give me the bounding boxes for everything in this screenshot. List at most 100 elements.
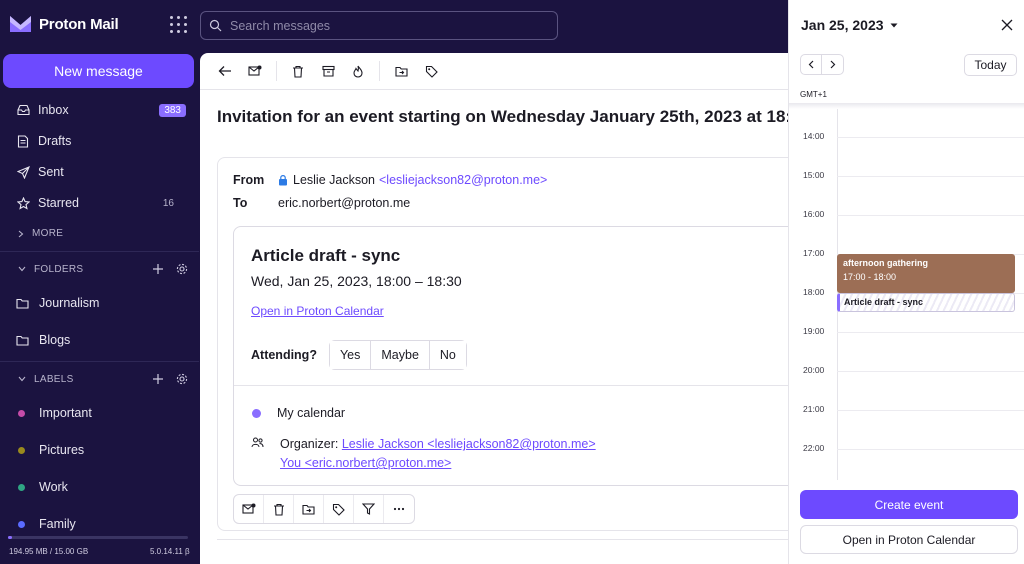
chevron-down-icon — [18, 376, 26, 382]
rsvp-yes-button[interactable]: Yes — [329, 341, 372, 369]
add-label-icon[interactable] — [152, 373, 164, 385]
rsvp-no-button[interactable]: No — [429, 341, 466, 369]
divider — [234, 385, 790, 386]
lock-icon — [279, 175, 287, 186]
to-row: To eric.norbert@proton.me — [233, 196, 410, 210]
label-button[interactable] — [324, 495, 354, 523]
rsvp-group: Yes Maybe No — [328, 340, 467, 370]
from-row: From Leslie Jackson <lesliejackson82@pro… — [233, 173, 547, 187]
apps-grid-icon[interactable] — [170, 16, 188, 34]
sidebar-item-sent[interactable]: Sent — [16, 161, 186, 183]
create-event-button[interactable]: Create event — [800, 490, 1018, 519]
delete-button[interactable] — [264, 495, 294, 523]
move-button[interactable] — [294, 495, 324, 523]
divider — [0, 251, 199, 252]
calendar-event[interactable]: afternoon gathering 17:00 - 18:00 — [837, 254, 1015, 293]
people-icon — [251, 437, 264, 448]
new-message-button[interactable]: New message — [3, 54, 194, 88]
rsvp-maybe-button[interactable]: Maybe — [371, 341, 430, 369]
today-button[interactable]: Today — [964, 54, 1017, 76]
folder-icon — [16, 298, 29, 309]
move-to-folder-button[interactable] — [386, 57, 416, 85]
previous-day-button[interactable] — [801, 55, 822, 74]
archive-icon — [321, 65, 335, 77]
next-day-button[interactable] — [822, 55, 843, 74]
folder-item-journalism[interactable]: Journalism — [16, 296, 99, 310]
open-calendar-button[interactable]: Open in Proton Calendar — [800, 525, 1018, 554]
sidebar-item-label: Inbox — [38, 103, 69, 117]
tag-icon — [425, 65, 438, 78]
more-toggle[interactable]: MORE — [18, 228, 63, 239]
ellipsis-icon — [393, 507, 405, 511]
search-box[interactable] — [200, 11, 558, 40]
attending-row: Attending? Yes Maybe No — [251, 340, 467, 370]
sender-name[interactable]: Leslie Jackson — [293, 173, 375, 187]
filter-button[interactable] — [354, 495, 384, 523]
calendar-event-pending[interactable]: Article draft - sync — [837, 293, 1015, 312]
event-name: Article draft - sync — [844, 297, 924, 307]
date-picker-toggle[interactable]: Jan 25, 2023 — [801, 17, 898, 33]
back-button[interactable] — [210, 57, 240, 85]
folder-move-icon — [394, 66, 408, 77]
starred-count: 16 — [162, 197, 174, 209]
sidebar-item-starred[interactable]: Starred 16 — [16, 192, 186, 214]
labels-header[interactable]: LABELS — [18, 373, 188, 385]
folder-label: Blogs — [39, 333, 71, 347]
trash-icon — [273, 503, 284, 516]
filter-icon — [362, 503, 375, 515]
app-brand: Proton Mail — [39, 15, 119, 33]
organizer-line: Organizer: Leslie Jackson <lesliejackson… — [280, 435, 596, 454]
proton-mail-logo-icon — [10, 16, 31, 32]
folders-header[interactable]: FOLDERS — [18, 263, 188, 275]
folder-item-blogs[interactable]: Blogs — [16, 333, 70, 347]
hour-label: 17:00 — [803, 248, 825, 258]
archive-button[interactable] — [313, 57, 343, 85]
label-item-family[interactable]: Family — [18, 517, 76, 531]
chevron-right-icon — [18, 230, 24, 237]
label-name: Work — [39, 480, 68, 494]
sender-email[interactable]: <lesliejackson82@proton.me> — [379, 173, 547, 187]
more-options-button[interactable] — [384, 495, 414, 523]
to-label: To — [233, 196, 248, 210]
reply-button[interactable] — [234, 495, 264, 523]
message-toolbar — [200, 53, 790, 90]
trash-icon — [293, 65, 303, 78]
event-name: afternoon gathering — [843, 258, 928, 268]
attendee-link[interactable]: You <eric.norbert@proton.me> — [280, 454, 596, 473]
drafts-icon — [16, 134, 30, 148]
star-icon — [16, 196, 30, 210]
label-settings-gear-icon[interactable] — [176, 373, 188, 385]
close-icon[interactable] — [999, 17, 1015, 33]
sidebar-item-inbox[interactable]: Inbox 383 — [16, 99, 186, 121]
inbox-icon — [16, 103, 30, 117]
more-label: MORE — [32, 228, 64, 239]
mark-unread-button[interactable] — [240, 57, 270, 85]
hour-label: 19:00 — [803, 326, 825, 336]
label-item-work[interactable]: Work — [18, 480, 68, 494]
app-logo[interactable]: Proton Mail — [9, 14, 119, 34]
day-time-grid[interactable]: 14:00 15:00 16:00 17:00 18:00 19:00 20:0… — [789, 109, 1024, 480]
folder-icon — [16, 335, 29, 346]
recipient-email[interactable]: eric.norbert@proton.me — [278, 196, 410, 210]
hour-label: 14:00 — [803, 131, 825, 141]
label-color-dot — [18, 409, 25, 417]
add-folder-icon[interactable] — [152, 263, 164, 275]
search-input[interactable] — [230, 18, 530, 33]
folder-settings-gear-icon[interactable] — [176, 263, 188, 275]
timezone-label: GMT+1 — [800, 90, 827, 99]
label-item-pictures[interactable]: Pictures — [18, 443, 84, 457]
open-in-calendar-link[interactable]: Open in Proton Calendar — [251, 304, 384, 318]
day-navigation — [800, 54, 844, 75]
fire-icon — [353, 65, 363, 78]
chevron-left-icon — [808, 60, 814, 69]
sidebar-item-drafts[interactable]: Drafts — [16, 130, 186, 152]
spam-button[interactable] — [343, 57, 373, 85]
organizer-link[interactable]: Leslie Jackson <lesliejackson82@proton.m… — [342, 437, 596, 451]
message-actions — [233, 494, 415, 524]
trash-button[interactable] — [283, 57, 313, 85]
envelope-dot-icon — [241, 503, 255, 514]
label-item-important[interactable]: Important — [18, 406, 92, 420]
sidebar-item-label: Sent — [38, 165, 64, 179]
label-as-button[interactable] — [416, 57, 446, 85]
unread-count-badge: 383 — [159, 103, 186, 117]
